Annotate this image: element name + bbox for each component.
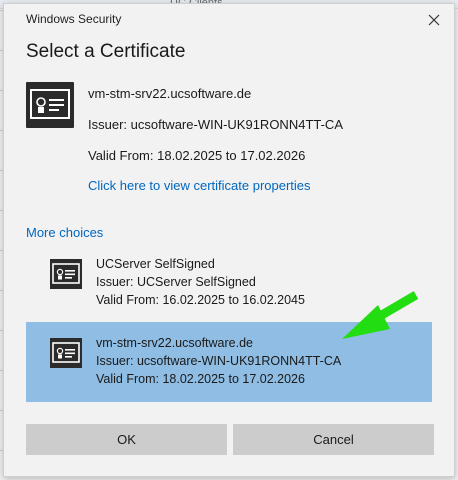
dialog-heading: Select a Certificate [26, 41, 186, 62]
title-bar: Windows Security [4, 4, 454, 34]
certificate-icon [26, 82, 74, 128]
certificate-issuer: Issuer: ucsoftware-WIN-UK91RONN4TT-CA [88, 117, 343, 132]
certificate-issuer: Issuer: UCServer SelfSigned [96, 275, 256, 289]
certificate-validity: Valid From: 18.02.2025 to 17.02.2026 [96, 372, 305, 386]
more-choices-link[interactable]: More choices [26, 225, 103, 240]
certificate-issuer: Issuer: ucsoftware-WIN-UK91RONN4TT-CA [96, 354, 342, 368]
close-icon [428, 14, 440, 26]
certificate-validity: Valid From: 18.02.2025 to 17.02.2026 [88, 148, 306, 163]
certificate-icon [50, 338, 82, 368]
certificate-name: vm-stm-srv22.ucsoftware.de [88, 86, 252, 101]
certificate-list-item-selected[interactable]: vm-stm-srv22.ucsoftware.de Issuer: ucsof… [26, 322, 432, 402]
certificate-name: UCServer SelfSigned [96, 257, 215, 271]
certificate-list-item[interactable]: UCServer SelfSigned Issuer: UCServer Sel… [26, 251, 432, 319]
window-title: Windows Security [26, 12, 122, 26]
windows-security-dialog: Windows Security Select a Certificate vm… [3, 3, 455, 477]
view-certificate-properties-link[interactable]: Click here to view certificate propertie… [88, 178, 311, 193]
ok-button[interactable]: OK [26, 424, 227, 455]
certificate-validity: Valid From: 16.02.2025 to 16.02.2045 [96, 293, 305, 307]
certificate-name: vm-stm-srv22.ucsoftware.de [96, 336, 253, 350]
certificate-icon [50, 259, 82, 289]
close-button[interactable] [420, 7, 448, 33]
cancel-button[interactable]: Cancel [233, 424, 434, 455]
selected-certificate: vm-stm-srv22.ucsoftware.de Issuer: ucsof… [26, 82, 436, 202]
